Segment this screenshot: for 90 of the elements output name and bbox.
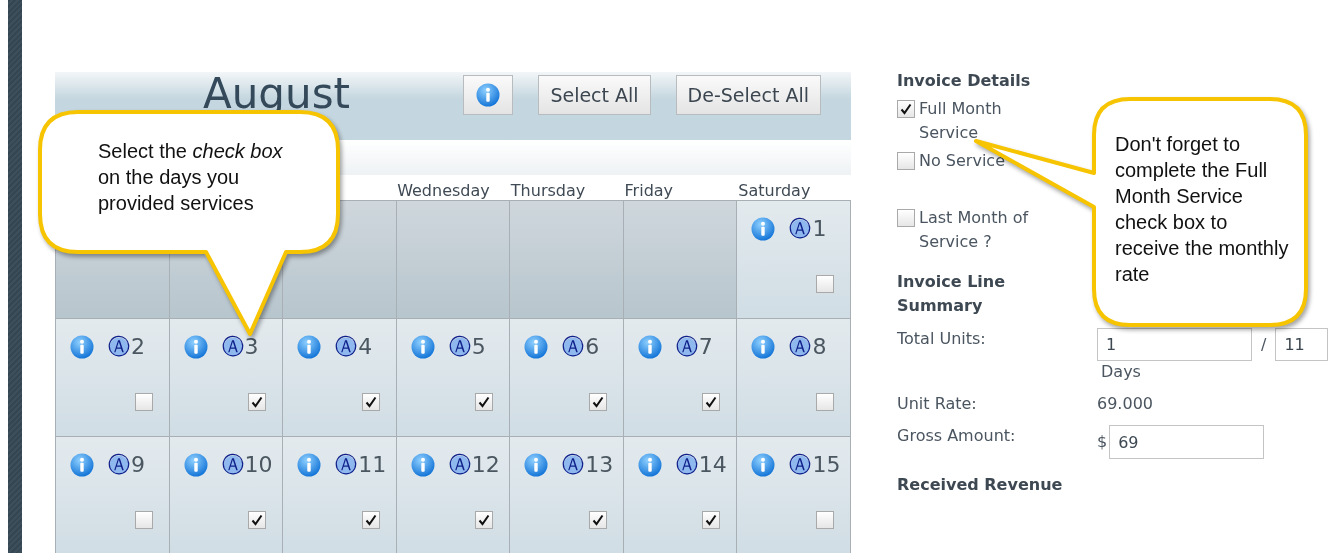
info-icon[interactable] bbox=[183, 453, 208, 477]
info-icon[interactable] bbox=[524, 453, 549, 477]
field-label: Unit Rate: bbox=[897, 393, 978, 415]
section-heading: Received Revenue bbox=[897, 474, 1064, 496]
info-icon[interactable] bbox=[297, 335, 322, 359]
assignment-marker[interactable]: Ⓐ bbox=[108, 335, 130, 359]
section-heading: Invoice Details bbox=[897, 70, 1032, 92]
checkbox[interactable] bbox=[702, 511, 721, 529]
checkbox[interactable] bbox=[134, 511, 153, 529]
checkbox[interactable] bbox=[816, 393, 834, 411]
checkbox[interactable] bbox=[361, 393, 380, 411]
info-icon[interactable] bbox=[637, 335, 662, 359]
select-all-button[interactable]: Select All bbox=[538, 75, 651, 115]
weekday-header: Friday bbox=[623, 181, 675, 200]
assignment-marker[interactable]: Ⓐ bbox=[562, 335, 585, 359]
checkbox[interactable] bbox=[248, 511, 267, 529]
unit-label: Days bbox=[1101, 361, 1142, 383]
info-icon[interactable] bbox=[410, 453, 435, 477]
month-title: August bbox=[203, 70, 350, 118]
day-number: 8 bbox=[812, 335, 827, 359]
day-number: 2 bbox=[131, 335, 145, 359]
assignment-marker[interactable]: Ⓐ bbox=[789, 453, 812, 477]
checkbox[interactable] bbox=[248, 393, 267, 411]
assignment-marker[interactable]: Ⓐ bbox=[675, 453, 698, 477]
separator-text: / bbox=[1261, 333, 1267, 356]
section-heading: Invoice Line Summary bbox=[897, 271, 1007, 317]
checkbox[interactable] bbox=[588, 393, 607, 411]
day-number: 5 bbox=[471, 335, 486, 359]
assignment-marker[interactable]: Ⓐ bbox=[448, 335, 471, 359]
input-field[interactable]: 69 bbox=[1109, 425, 1265, 459]
checkbox[interactable] bbox=[475, 511, 494, 529]
info-icon bbox=[476, 83, 501, 107]
day-number: 4 bbox=[358, 335, 373, 359]
day-number: 12 bbox=[471, 453, 500, 477]
assignment-marker[interactable]: Ⓐ bbox=[789, 217, 812, 241]
info-icon[interactable] bbox=[70, 335, 94, 359]
deselect-all-button[interactable]: De-Select All bbox=[675, 75, 821, 115]
day-number: 1 bbox=[812, 217, 827, 241]
checkbox[interactable] bbox=[475, 393, 494, 411]
day-number: 11 bbox=[358, 453, 387, 477]
day-number: 3 bbox=[244, 335, 259, 359]
checkbox[interactable] bbox=[702, 393, 721, 411]
assignment-marker[interactable]: Ⓐ bbox=[221, 453, 244, 477]
assignment-marker[interactable]: Ⓐ bbox=[221, 335, 244, 359]
checkbox-label: Last Month of Service ? bbox=[919, 207, 1030, 253]
assignment-marker[interactable]: Ⓐ bbox=[789, 335, 812, 359]
assignment-marker[interactable]: Ⓐ bbox=[675, 335, 698, 359]
info-button[interactable] bbox=[463, 75, 514, 115]
checkbox-label: Full Month Service bbox=[919, 98, 1003, 144]
day-number: 6 bbox=[585, 335, 600, 359]
info-icon[interactable] bbox=[297, 453, 322, 477]
checkbox[interactable] bbox=[134, 393, 153, 411]
info-icon[interactable] bbox=[70, 453, 94, 477]
assignment-marker[interactable]: Ⓐ bbox=[562, 453, 585, 477]
weekday-header: Saturday bbox=[737, 181, 812, 200]
checkbox-label: No Service bbox=[919, 150, 1005, 172]
info-icon[interactable] bbox=[637, 453, 662, 477]
info-icon[interactable] bbox=[183, 335, 208, 359]
info-icon[interactable] bbox=[410, 335, 435, 359]
checkbox[interactable] bbox=[361, 511, 380, 529]
input-field[interactable]: 11 bbox=[1275, 328, 1328, 361]
checkbox[interactable] bbox=[816, 511, 834, 529]
checkbox[interactable] bbox=[897, 209, 915, 227]
currency-symbol: $ bbox=[1097, 431, 1108, 453]
info-icon[interactable] bbox=[751, 335, 776, 359]
field-label: Gross Amount: bbox=[897, 425, 1017, 447]
input-field[interactable]: 1 bbox=[1097, 328, 1252, 361]
info-icon[interactable] bbox=[751, 217, 776, 241]
assignment-marker[interactable]: Ⓐ bbox=[335, 335, 358, 359]
day-number: 13 bbox=[585, 453, 614, 477]
weekday-header: Thursday bbox=[509, 181, 587, 200]
assignment-marker[interactable]: Ⓐ bbox=[448, 453, 471, 477]
info-icon[interactable] bbox=[524, 335, 549, 359]
assignment-marker[interactable]: Ⓐ bbox=[335, 453, 358, 477]
day-number: 14 bbox=[698, 453, 727, 477]
field-label: Total Units: bbox=[897, 328, 987, 350]
weekday-header: Wednesday bbox=[396, 181, 491, 200]
day-number: 15 bbox=[812, 453, 841, 477]
field-value: 69.000 bbox=[1097, 393, 1154, 415]
day-number: 10 bbox=[244, 453, 273, 477]
checkbox[interactable] bbox=[588, 511, 607, 529]
assignment-marker[interactable]: Ⓐ bbox=[108, 453, 130, 477]
info-icon[interactable] bbox=[751, 453, 776, 477]
checkbox[interactable] bbox=[897, 100, 915, 118]
callout-text: Don't forget to complete the Full Month Service check box to receive the monthly rate bbox=[1115, 132, 1290, 287]
checkbox[interactable] bbox=[816, 275, 834, 293]
callout-text: Select the check box on the days you provided services bbox=[98, 139, 284, 216]
day-number: 7 bbox=[698, 335, 713, 359]
checkbox[interactable] bbox=[897, 152, 915, 170]
day-number: 9 bbox=[131, 453, 145, 477]
